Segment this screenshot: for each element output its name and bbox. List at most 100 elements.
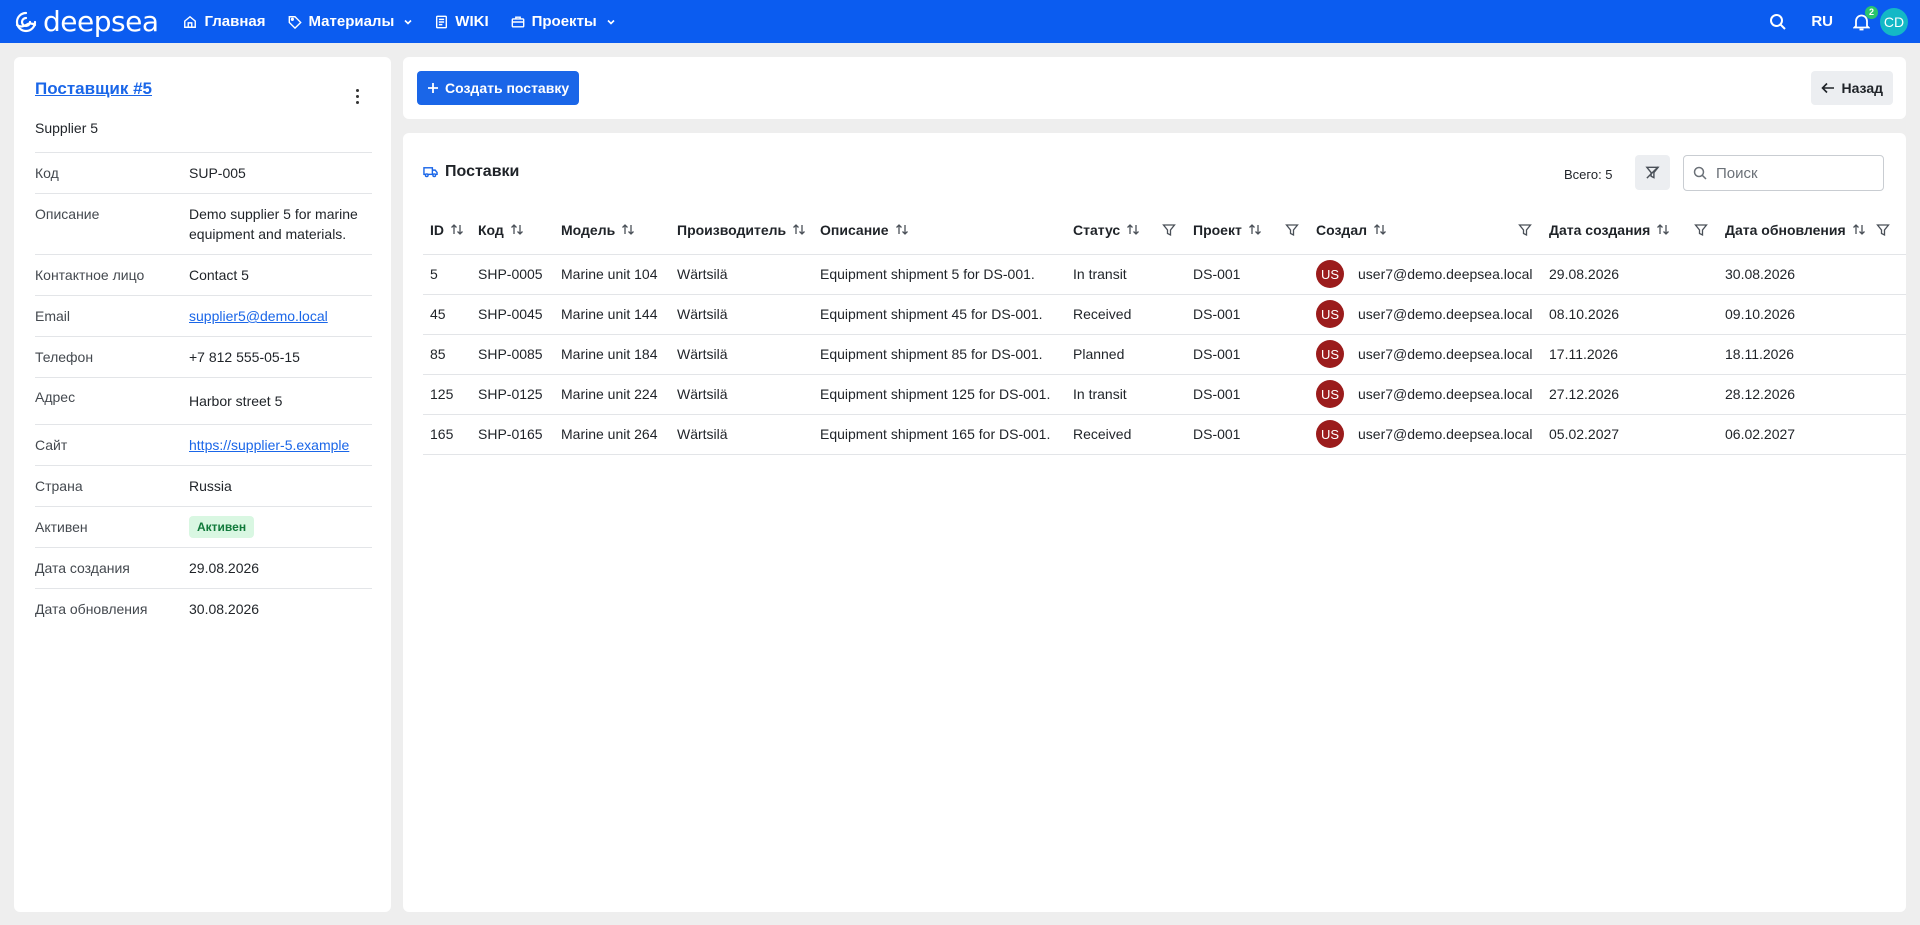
cell-created-at: 08.10.2026: [1542, 294, 1718, 335]
column-header-project[interactable]: Проект: [1186, 206, 1309, 255]
nav-materials[interactable]: Материалы: [277, 0, 425, 43]
tag-icon: [288, 15, 302, 29]
table-row[interactable]: 85 SHP-0085 Marine unit 184 Wärtsilä Equ…: [423, 334, 1906, 375]
cell-created-by: US user7@demo.deepsea.local: [1309, 294, 1542, 335]
column-header-code[interactable]: Код: [471, 206, 554, 255]
sort-icon[interactable]: [1248, 223, 1262, 236]
sort-icon[interactable]: [450, 223, 464, 236]
cell-created-at: 27.12.2026: [1542, 374, 1718, 415]
plus-icon: [428, 83, 438, 93]
field-value-contact: Contact 5: [189, 267, 249, 283]
cell-updated-at: 06.02.2027: [1718, 414, 1906, 455]
field-value-created: 29.08.2026: [189, 560, 260, 576]
nav-materials-label: Материалы: [308, 13, 395, 30]
more-options-button[interactable]: [350, 86, 364, 106]
nav-home[interactable]: Главная: [172, 0, 276, 43]
filter-icon[interactable]: [1162, 223, 1176, 237]
user-email: user7@demo.deepsea.local: [1358, 386, 1533, 402]
deepsea-logo-icon: [15, 11, 37, 32]
field-row-updated: Дата обновления 30.08.2026: [35, 588, 372, 629]
clear-filters-button[interactable]: [1635, 155, 1670, 190]
avatar: US: [1316, 340, 1344, 368]
cell-project: DS-001: [1186, 334, 1309, 375]
cell-model: Marine unit 224: [554, 374, 670, 415]
user-avatar[interactable]: CD: [1880, 7, 1908, 36]
column-title: ID: [430, 221, 444, 238]
nav-projects[interactable]: Проекты: [500, 0, 627, 43]
create-shipment-button[interactable]: Создать поставку: [417, 71, 580, 105]
column-header-id[interactable]: ID: [423, 206, 471, 255]
sort-icon[interactable]: [621, 223, 635, 236]
filter-icon[interactable]: [1285, 223, 1299, 237]
field-label: Дата создания: [35, 560, 130, 576]
column-title: Описание: [820, 221, 889, 238]
column-header-status[interactable]: Статус: [1066, 206, 1186, 255]
cell-id: 165: [423, 414, 471, 455]
field-label: Дата обновления: [35, 601, 148, 617]
sort-icon[interactable]: [1373, 223, 1387, 236]
cell-manufacturer: Wärtsilä: [670, 254, 813, 295]
filter-icon[interactable]: [1875, 223, 1890, 237]
supplier-title[interactable]: Поставщик #5: [35, 79, 152, 99]
language-switch[interactable]: RU: [1811, 13, 1833, 30]
back-label: Назад: [1841, 80, 1883, 96]
website-link[interactable]: https://supplier-5.example: [189, 437, 349, 453]
column-header-model[interactable]: Модель: [554, 206, 670, 255]
cell-model: Marine unit 184: [554, 334, 670, 375]
action-bar: Создать поставку Назад: [403, 57, 1906, 119]
sort-icon[interactable]: [1656, 223, 1670, 236]
field-row-active: Активен Активен: [35, 506, 372, 547]
column-title: Код: [478, 221, 504, 238]
column-header-manufacturer[interactable]: Производитель: [670, 206, 813, 255]
sort-icon[interactable]: [792, 223, 806, 236]
nav-wiki[interactable]: WIKI: [424, 0, 499, 43]
field-label: Контактное лицо: [35, 267, 145, 283]
field-value-updated: 30.08.2026: [189, 601, 260, 617]
table-row[interactable]: 5 SHP-0005 Marine unit 104 Wärtsilä Equi…: [423, 254, 1906, 295]
search-input[interactable]: [1716, 164, 1876, 182]
supplier-subtitle: Supplier 5: [35, 120, 99, 136]
field-label: Email: [35, 308, 71, 324]
user-email: user7@demo.deepsea.local: [1358, 306, 1533, 322]
cell-description: Equipment shipment 5 for DS-001.: [813, 254, 1066, 295]
cell-manufacturer: Wärtsilä: [670, 374, 813, 415]
user-email: user7@demo.deepsea.local: [1358, 346, 1533, 362]
back-button[interactable]: Назад: [1811, 71, 1893, 105]
column-title: Производитель: [677, 221, 787, 238]
table-row[interactable]: 45 SHP-0045 Marine unit 144 Wärtsilä Equ…: [423, 294, 1906, 335]
column-header-description[interactable]: Описание: [813, 206, 1066, 255]
sort-icon[interactable]: [895, 223, 909, 236]
cell-created-at: 17.11.2026: [1542, 334, 1718, 375]
filter-off-icon: [1645, 166, 1660, 179]
field-row-country: Страна Russia: [35, 465, 372, 506]
avatar: US: [1316, 300, 1344, 328]
cell-created-by: US user7@demo.deepsea.local: [1309, 414, 1542, 455]
cell-status: In transit: [1066, 254, 1186, 295]
field-row-description: Описание Demo supplier 5 for marine equi…: [35, 193, 372, 254]
column-header-created-at[interactable]: Дата создания: [1542, 206, 1718, 255]
shipments-header: Поставки: [423, 163, 519, 181]
book-icon: [436, 15, 448, 28]
table-row[interactable]: 125 SHP-0125 Marine unit 224 Wärtsilä Eq…: [423, 374, 1906, 415]
table-header-row: ID Код Модель Производитель Описание Ста…: [423, 206, 1906, 255]
truck-icon: [423, 167, 438, 178]
filter-icon[interactable]: [1518, 223, 1532, 237]
sort-icon[interactable]: [1126, 223, 1140, 236]
nav-home-label: Главная: [204, 13, 266, 30]
field-label: Адрес: [35, 389, 76, 405]
sort-icon[interactable]: [1852, 223, 1866, 236]
logo[interactable]: deepsea: [14, 5, 159, 38]
kebab-dot-icon: [355, 100, 359, 104]
search-icon[interactable]: [1769, 13, 1787, 31]
email-link[interactable]: supplier5@demo.local: [189, 308, 328, 324]
notifications-button[interactable]: 2: [1853, 5, 1878, 31]
column-header-updated-at[interactable]: Дата обновления: [1718, 206, 1906, 255]
home-icon: [184, 15, 197, 28]
column-header-created-by[interactable]: Создал: [1309, 206, 1542, 255]
filter-icon[interactable]: [1694, 223, 1708, 237]
search-field[interactable]: [1683, 155, 1884, 191]
field-row-email: Email supplier5@demo.local: [35, 295, 372, 336]
table-row[interactable]: 165 SHP-0165 Marine unit 264 Wärtsilä Eq…: [423, 414, 1906, 455]
sort-icon[interactable]: [510, 223, 524, 236]
kebab-dot-icon: [355, 88, 359, 92]
